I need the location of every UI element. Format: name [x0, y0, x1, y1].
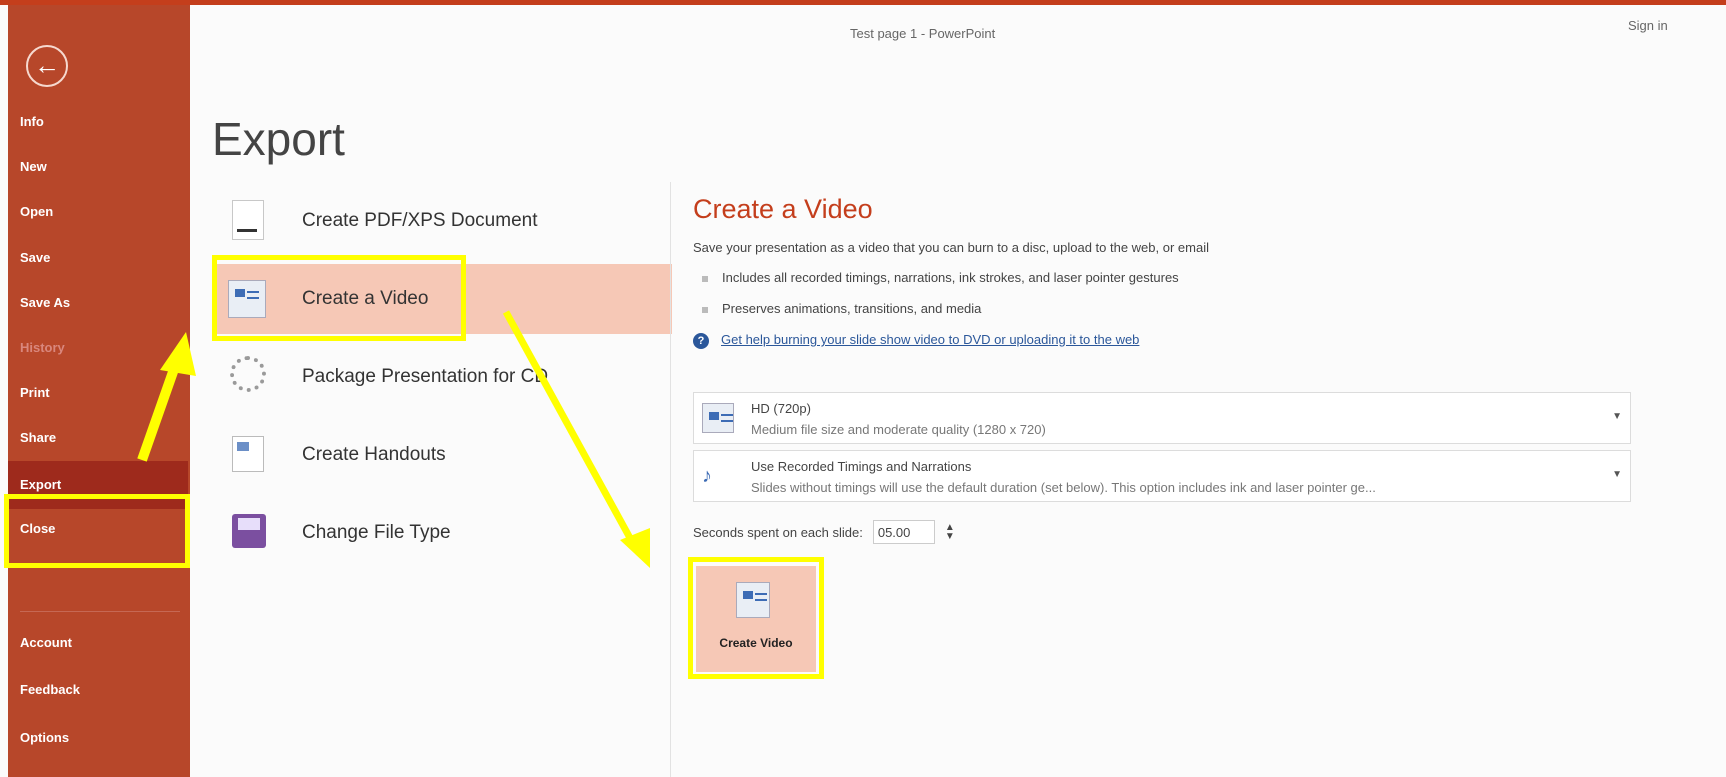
- sidebar-item-print[interactable]: Print: [20, 376, 180, 410]
- create-video-button[interactable]: Create Video: [696, 566, 816, 672]
- help-link[interactable]: Get help burning your slide show video t…: [721, 332, 1139, 347]
- timings-subtitle: Slides without timings will use the defa…: [751, 480, 1376, 495]
- sidebar-item-feedback[interactable]: Feedback: [20, 673, 180, 707]
- back-arrow-icon[interactable]: ←: [26, 45, 68, 87]
- export-option-file-type[interactable]: Change File Type: [212, 498, 672, 568]
- sidebar-item-history: History: [20, 340, 65, 355]
- export-option-label: Create Handouts: [302, 444, 446, 465]
- help-row: ? Get help burning your slide show video …: [693, 332, 1139, 349]
- export-option-handouts[interactable]: Create Handouts: [212, 420, 672, 490]
- sidebar-item-close[interactable]: Close: [20, 512, 180, 546]
- narration-icon: ♪: [702, 465, 712, 487]
- title-accent-line: [0, 0, 1726, 5]
- video-icon: [224, 276, 272, 322]
- sign-in-link[interactable]: Sign in: [1628, 18, 1668, 33]
- window-title: Test page 1 - PowerPoint: [850, 26, 996, 41]
- section-title: Create a Video: [693, 194, 873, 224]
- sidebar-divider: [20, 611, 180, 612]
- sidebar-item-save-as[interactable]: Save As: [20, 286, 180, 320]
- sidebar-item-info[interactable]: Info: [20, 105, 180, 139]
- export-option-package-cd[interactable]: Package Presentation for CD: [212, 342, 672, 412]
- handouts-icon: [224, 432, 272, 478]
- timings-title: Use Recorded Timings and Narrations: [751, 459, 972, 474]
- backstage-sidebar: ← Info New Open Save Save As History Pri…: [8, 5, 190, 777]
- hd-video-icon: [702, 403, 736, 433]
- help-icon: ?: [693, 333, 709, 349]
- chevron-down-icon: ▼: [1612, 411, 1622, 422]
- section-description: Save your presentation as a video that y…: [693, 240, 1209, 255]
- chevron-down-icon: ▼: [1612, 469, 1622, 480]
- quality-dropdown[interactable]: HD (720p) Medium file size and moderate …: [693, 392, 1631, 444]
- spinner-arrows-icon[interactable]: ▲ ▼: [945, 523, 955, 542]
- sidebar-item-save[interactable]: Save: [20, 241, 180, 275]
- pdf-document-icon: [224, 198, 272, 244]
- export-option-pdf[interactable]: Create PDF/XPS Document: [212, 186, 672, 256]
- sidebar-item-account[interactable]: Account: [20, 626, 180, 660]
- export-option-label: Package Presentation for CD: [302, 366, 549, 387]
- page-title: Export: [212, 113, 345, 165]
- panel-divider: [670, 182, 671, 777]
- export-option-label: Change File Type: [302, 522, 451, 543]
- file-type-icon: [224, 510, 272, 556]
- seconds-input[interactable]: [872, 520, 935, 544]
- export-option-video[interactable]: Create a Video: [212, 264, 672, 334]
- bullet-item: Preserves animations, transitions, and m…: [702, 301, 981, 316]
- sidebar-item-new[interactable]: New: [20, 150, 180, 184]
- bullet-item: Includes all recorded timings, narration…: [702, 270, 1179, 285]
- seconds-per-slide-row: Seconds spent on each slide: ▲▼: [693, 520, 955, 544]
- create-video-label: Create Video: [719, 636, 793, 650]
- sidebar-item-export[interactable]: Export: [8, 461, 188, 509]
- sidebar-item-share[interactable]: Share: [20, 421, 180, 455]
- seconds-label: Seconds spent on each slide:: [693, 524, 863, 540]
- video-icon: [736, 582, 770, 618]
- sidebar-item-options[interactable]: Options: [20, 721, 180, 755]
- quality-subtitle: Medium file size and moderate quality (1…: [751, 422, 1046, 437]
- quality-title: HD (720p): [751, 401, 811, 416]
- cd-icon: [224, 354, 272, 400]
- sidebar-item-open[interactable]: Open: [20, 195, 180, 229]
- export-option-label: Create a Video: [302, 288, 429, 309]
- timings-dropdown[interactable]: ♪ Use Recorded Timings and Narrations Sl…: [693, 450, 1631, 502]
- export-option-label: Create PDF/XPS Document: [302, 210, 538, 231]
